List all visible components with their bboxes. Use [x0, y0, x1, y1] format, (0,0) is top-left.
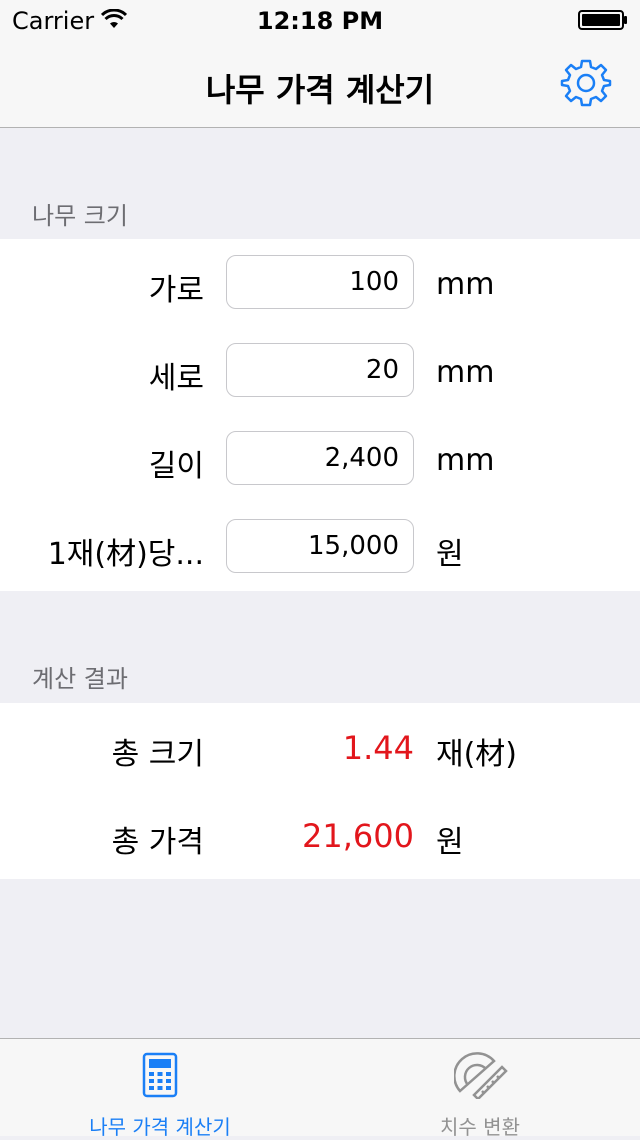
- length-input[interactable]: 2,400: [226, 431, 414, 485]
- tab-dimension-convert[interactable]: 치수 변환: [320, 1039, 640, 1139]
- result-group: 총 크기 1.44 재(材) 총 가격 21,600 원: [0, 703, 640, 879]
- width-input[interactable]: 100: [226, 255, 414, 309]
- size-input-group: 가로 100 mm 세로 20 mm 길이 2,400 mm 1재(材)당...…: [0, 239, 640, 591]
- status-bar: Carrier 12:18 PM: [0, 0, 640, 40]
- width-unit: mm: [436, 267, 495, 302]
- total-price-unit: 원: [436, 825, 464, 860]
- unit-price-label: 1재(材)당...: [47, 537, 204, 572]
- total-size-value: 1.44: [342, 729, 414, 767]
- tab-bar: 나무 가격 계산기 치수 변환: [0, 1038, 640, 1139]
- height-unit: mm: [436, 355, 495, 390]
- battery-icon: [578, 10, 627, 30]
- page-title: 나무 가격 계산기: [205, 71, 435, 109]
- unit-price-input[interactable]: 15,000: [226, 519, 414, 573]
- width-label: 가로: [148, 273, 204, 308]
- navigation-bar: 나무 가격 계산기: [0, 40, 640, 128]
- tab-wood-price-calculator[interactable]: 나무 가격 계산기: [0, 1039, 320, 1139]
- calculator-icon: [142, 1052, 178, 1098]
- length-label: 길이: [148, 449, 204, 484]
- height-input[interactable]: 20: [226, 343, 414, 397]
- total-size-label: 총 크기: [111, 737, 204, 772]
- total-price-label: 총 가격: [111, 825, 204, 860]
- gear-icon[interactable]: [556, 53, 616, 113]
- protractor-ruler-icon: [454, 1052, 508, 1099]
- section-header-size: 나무 크기: [32, 202, 128, 230]
- status-time: 12:18 PM: [256, 7, 384, 35]
- length-unit: mm: [436, 443, 495, 478]
- total-size-unit: 재(材): [436, 737, 518, 772]
- section-header-result: 계산 결과: [32, 665, 128, 693]
- height-label: 세로: [148, 361, 204, 396]
- unit-price-unit: 원: [436, 537, 464, 572]
- total-price-value: 21,600: [302, 817, 414, 855]
